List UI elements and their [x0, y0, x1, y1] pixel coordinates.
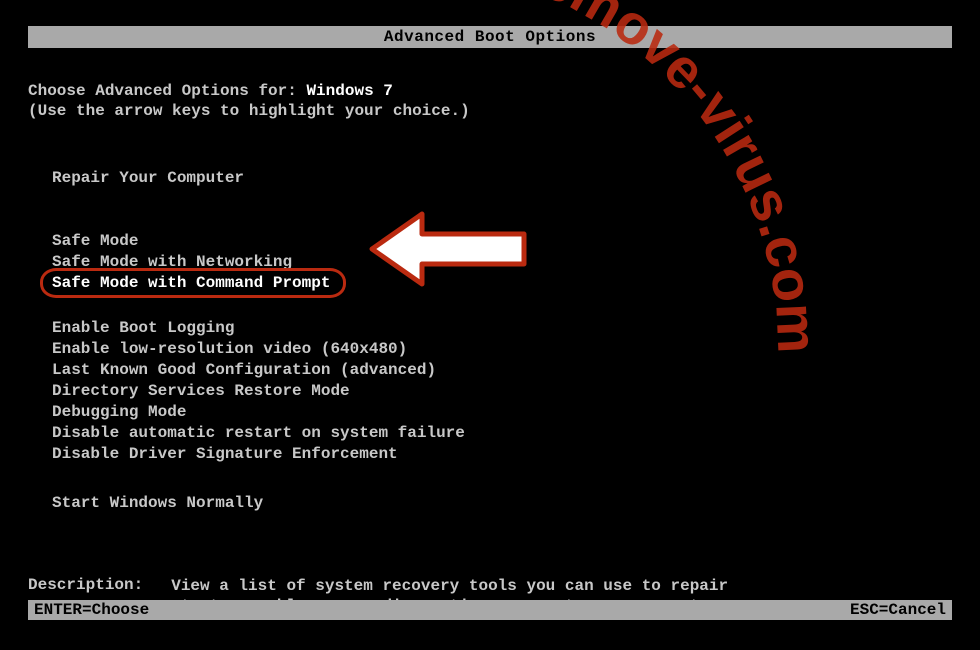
menu-item-safe-mode[interactable]: Safe Mode — [48, 231, 146, 252]
menu-item-disable-auto-restart[interactable]: Disable automatic restart on system fail… — [48, 423, 473, 444]
prompt-line: Choose Advanced Options for: Windows 7 — [28, 82, 952, 100]
menu-item-highlighted-wrapper: Safe Mode with Command Prompt — [48, 273, 338, 294]
menu-item-safe-mode-networking[interactable]: Safe Mode with Networking — [48, 252, 300, 273]
menu-item-debugging-mode[interactable]: Debugging Mode — [48, 402, 194, 423]
menu-item-repair-your-computer[interactable]: Repair Your Computer — [48, 168, 252, 189]
menu-item-start-windows-normally[interactable]: Start Windows Normally — [48, 493, 271, 514]
menu-group-repair: Repair Your Computer — [48, 168, 952, 189]
menu-group-advanced: Enable Boot Logging Enable low-resolutio… — [48, 318, 952, 465]
menu-item-directory-services-restore[interactable]: Directory Services Restore Mode — [48, 381, 358, 402]
menu-item-enable-boot-logging[interactable]: Enable Boot Logging — [48, 318, 242, 339]
menu-item-enable-low-res-video[interactable]: Enable low-resolution video (640x480) — [48, 339, 415, 360]
usage-note: (Use the arrow keys to highlight your ch… — [28, 102, 952, 120]
header-title: Advanced Boot Options — [384, 28, 596, 46]
menu-group-safe-mode: Safe Mode Safe Mode with Networking Safe… — [48, 231, 952, 294]
header-bar: Advanced Boot Options — [28, 26, 952, 48]
menu-item-disable-driver-sig-enforcement[interactable]: Disable Driver Signature Enforcement — [48, 444, 406, 465]
footer-enter: ENTER=Choose — [34, 601, 149, 619]
prompt-label: Choose Advanced Options for: — [28, 82, 306, 100]
content-area: Choose Advanced Options for: Windows 7 (… — [28, 80, 952, 600]
menu-group-normal: Start Windows Normally — [48, 493, 952, 514]
menu-item-safe-mode-command-prompt[interactable]: Safe Mode with Command Prompt — [48, 273, 338, 294]
prompt-os: Windows 7 — [306, 82, 392, 100]
menu-item-last-known-good-config[interactable]: Last Known Good Configuration (advanced) — [48, 360, 444, 381]
footer-bar: ENTER=Choose ESC=Cancel — [28, 600, 952, 620]
footer-esc: ESC=Cancel — [850, 601, 946, 619]
